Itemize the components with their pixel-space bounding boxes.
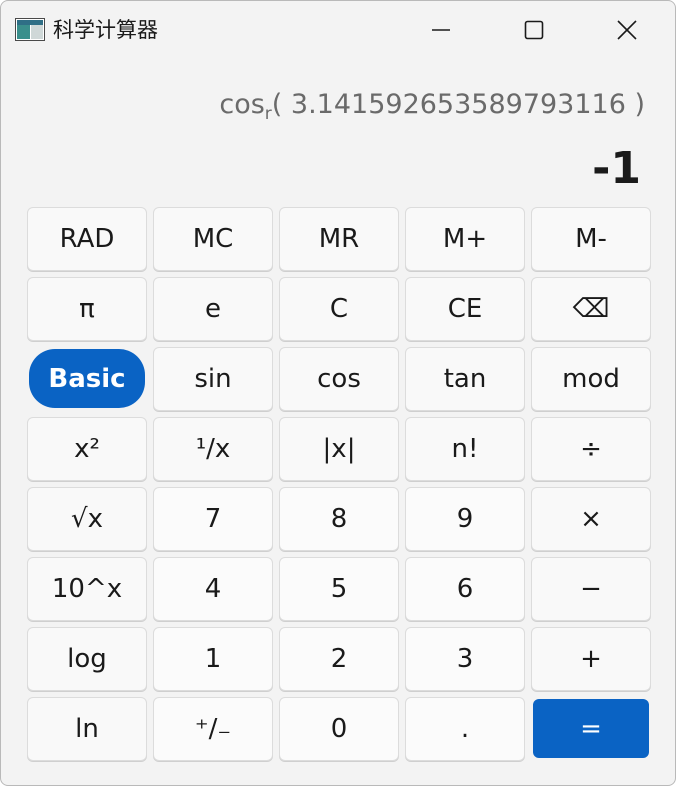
basic-mode-button[interactable]: Basic xyxy=(29,349,145,408)
minimize-button[interactable] xyxy=(401,7,481,53)
digit-4-button[interactable]: 4 xyxy=(153,557,273,621)
clear-entry-button[interactable]: CE xyxy=(405,277,525,341)
digit-0-button[interactable]: 0 xyxy=(279,697,399,761)
close-button[interactable] xyxy=(587,7,667,53)
add-button[interactable]: + xyxy=(531,627,651,691)
expression-function: cos xyxy=(219,89,265,120)
window-title: 科学计算器 xyxy=(53,18,158,42)
calculator-window: 科学计算器 cosr( 3.141592653589793116 ) -1 RA… xyxy=(0,0,676,786)
clear-button[interactable]: C xyxy=(279,277,399,341)
absolute-button[interactable]: |x| xyxy=(279,417,399,481)
digit-9-button[interactable]: 9 xyxy=(405,487,525,551)
divide-button[interactable]: ÷ xyxy=(531,417,651,481)
calculator-app-icon xyxy=(15,18,45,41)
title-bar[interactable]: 科学计算器 xyxy=(1,1,675,59)
digit-3-button[interactable]: 3 xyxy=(405,627,525,691)
cos-button[interactable]: cos xyxy=(279,347,399,411)
digit-5-button[interactable]: 5 xyxy=(279,557,399,621)
maximize-icon xyxy=(524,20,544,40)
sin-button[interactable]: sin xyxy=(153,347,273,411)
close-icon xyxy=(617,20,637,40)
mod-button[interactable]: mod xyxy=(531,347,651,411)
rad-button[interactable]: RAD xyxy=(27,207,147,271)
reciprocal-button[interactable]: ¹/x xyxy=(153,417,273,481)
multiply-button[interactable]: × xyxy=(531,487,651,551)
memory-add-button[interactable]: M+ xyxy=(405,207,525,271)
digit-2-button[interactable]: 2 xyxy=(279,627,399,691)
expression-argument: ( 3.141592653589793116 ) xyxy=(271,89,645,120)
keypad: RAD MC MR M+ M-π e C CE ⌫ Basic sin cos tan mod x² ¹/x |… xyxy=(27,207,651,761)
minimize-icon xyxy=(432,29,450,31)
ln-button[interactable]: ln xyxy=(27,697,147,761)
power-of-ten-button[interactable]: 10^x xyxy=(27,557,147,621)
digit-7-button[interactable]: 7 xyxy=(153,487,273,551)
euler-button[interactable]: e xyxy=(153,277,273,341)
sqrt-button[interactable]: √x xyxy=(27,487,147,551)
square-button[interactable]: x² xyxy=(27,417,147,481)
memory-clear-button[interactable]: MC xyxy=(153,207,273,271)
factorial-button[interactable]: n! xyxy=(405,417,525,481)
memory-subtract-button[interactable]: M- xyxy=(531,207,651,271)
decimal-button[interactable]: . xyxy=(405,697,525,761)
pi-button[interactable]: π xyxy=(27,277,147,341)
digit-8-button[interactable]: 8 xyxy=(279,487,399,551)
expression-angle-unit: r xyxy=(264,104,272,124)
digit-1-button[interactable]: 1 xyxy=(153,627,273,691)
log-button[interactable]: log xyxy=(27,627,147,691)
result-display: -1 xyxy=(592,143,641,194)
negate-button[interactable]: ⁺/₋ xyxy=(153,697,273,761)
digit-6-button[interactable]: 6 xyxy=(405,557,525,621)
equals-button[interactable]: = xyxy=(533,699,649,758)
backspace-button[interactable]: ⌫ xyxy=(531,277,651,341)
memory-recall-button[interactable]: MR xyxy=(279,207,399,271)
tan-button[interactable]: tan xyxy=(405,347,525,411)
expression-display: cosr( 3.141592653589793116 ) xyxy=(219,85,645,134)
maximize-button[interactable] xyxy=(494,7,574,53)
subtract-button[interactable]: − xyxy=(531,557,651,621)
